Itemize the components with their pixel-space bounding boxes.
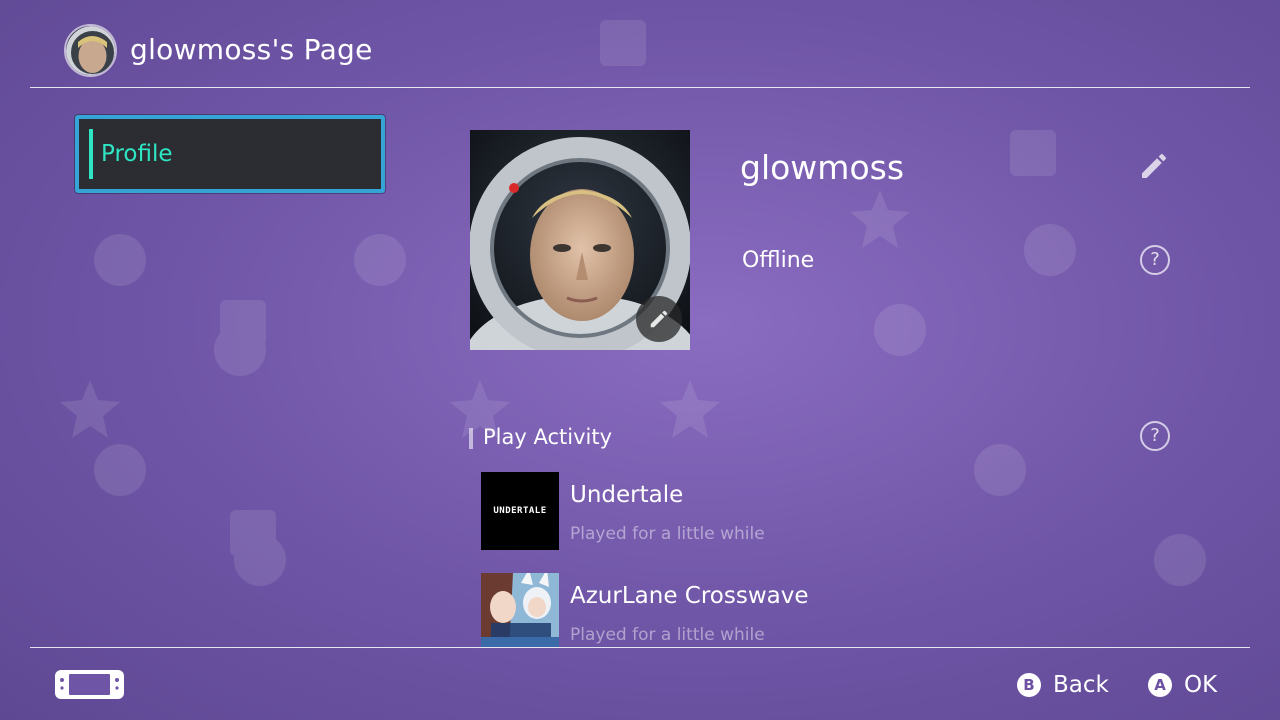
game-icon-undertale: UNDERTALE: [481, 472, 559, 550]
back-button[interactable]: B Back: [1017, 671, 1109, 699]
status-help-icon[interactable]: ?: [1140, 245, 1170, 275]
footer-divider: [30, 647, 1250, 648]
back-label: Back: [1053, 672, 1109, 698]
selection-indicator: [89, 129, 93, 179]
user-avatar: [64, 24, 117, 77]
activity-help-icon[interactable]: ?: [1140, 421, 1170, 451]
game-list-item[interactable]: UNDERTALE Undertale Played for a little …: [481, 472, 1181, 550]
game-playtime: Played for a little while: [570, 625, 765, 645]
play-activity-heading: Play Activity: [483, 425, 613, 449]
ok-button[interactable]: A OK: [1148, 671, 1217, 699]
page-title: glowmoss's Page: [130, 33, 373, 66]
image-edit-icon[interactable]: [636, 296, 682, 342]
a-button-icon: A: [1148, 673, 1172, 697]
pencil-icon[interactable]: [1138, 150, 1170, 182]
game-logo-text: UNDERTALE: [493, 506, 547, 516]
handheld-console-icon: [54, 669, 125, 700]
profile-image[interactable]: [470, 130, 690, 350]
sidebar-item-label: Profile: [101, 141, 173, 167]
online-status: Offline: [742, 248, 815, 273]
header-divider: [30, 87, 1250, 88]
game-playtime: Played for a little while: [570, 524, 765, 544]
section-marker: [469, 428, 473, 449]
sidebar-item-profile[interactable]: Profile: [75, 115, 385, 193]
ok-label: OK: [1184, 672, 1218, 698]
game-title: AzurLane Crosswave: [570, 583, 809, 609]
b-button-icon: B: [1017, 673, 1041, 697]
game-icon-azurlane: [481, 573, 559, 647]
game-list-item[interactable]: AzurLane Crosswave Played for a little w…: [481, 573, 1181, 647]
profile-username: glowmoss: [740, 148, 905, 187]
page-header: glowmoss's Page: [0, 0, 1280, 88]
game-title: Undertale: [570, 482, 684, 508]
